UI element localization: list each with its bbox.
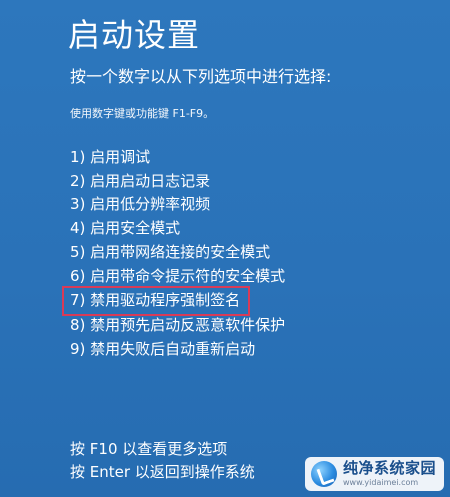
option-disable-auto-restart-on-failure[interactable]: 9) 禁用失败后自动重新启动 [70,338,285,362]
option-enable-safe-mode[interactable]: 4) 启用安全模式 [70,217,285,241]
option-label[interactable]: 4) 启用安全模式 [70,219,180,237]
option-enable-safe-mode-networking[interactable]: 5) 启用带网络连接的安全模式 [70,241,285,265]
option-enable-debugging[interactable]: 1) 启用调试 [70,146,285,170]
startup-settings-screen: 启动设置 按一个数字以从下列选项中进行选择: 使用数字键或功能键 F1-F9。 … [0,0,450,497]
option-disable-early-launch-antimalware[interactable]: 8) 禁用预先启动反恶意软件保护 [70,314,285,338]
option-label[interactable]: 5) 启用带网络连接的安全模式 [70,243,270,261]
option-enable-low-resolution-video[interactable]: 3) 启用低分辨率视频 [70,193,285,217]
option-label[interactable]: 9) 禁用失败后自动重新启动 [70,340,255,358]
instruction-text: 按一个数字以从下列选项中进行选择: [70,67,332,86]
option-disable-driver-signature-enforcement[interactable]: 7) 禁用驱动程序强制签名 [61,286,285,317]
option-label[interactable]: 2) 启用启动日志记录 [70,172,210,190]
option-label[interactable]: 6) 启用带命令提示符的安全模式 [70,267,285,285]
option-label-highlighted[interactable]: 7) 禁用驱动程序强制签名 [61,286,251,317]
watermark-logo-icon [310,461,337,487]
option-enable-safe-mode-command-prompt[interactable]: 6) 启用带命令提示符的安全模式 [70,265,285,289]
footer-instructions: 按 F10 以查看更多选项 按 Enter 以返回到操作系统 [70,438,255,484]
page-title: 启动设置 [68,16,201,54]
watermark-url: www.yidaimei.com [342,478,419,487]
option-enable-boot-logging[interactable]: 2) 启用启动日志记录 [70,170,285,194]
option-label[interactable]: 3) 启用低分辨率视频 [70,195,210,213]
site-watermark: 纯净系统家园 www.yidaimei.com [304,457,444,491]
watermark-title: 纯净系统家园 [342,459,436,477]
key-hint-text: 使用数字键或功能键 F1-F9。 [70,107,215,120]
option-label[interactable]: 8) 禁用预先启动反恶意软件保护 [70,316,285,334]
more-options-hint[interactable]: 按 F10 以查看更多选项 [70,438,255,461]
watermark-text: 纯净系统家园 www.yidaimei.com [343,461,436,487]
return-to-os-hint[interactable]: 按 Enter 以返回到操作系统 [70,461,255,484]
option-label[interactable]: 1) 启用调试 [70,148,150,166]
startup-options-list: 1) 启用调试 2) 启用启动日志记录 3) 启用低分辨率视频 4) 启用安全模… [61,146,285,362]
